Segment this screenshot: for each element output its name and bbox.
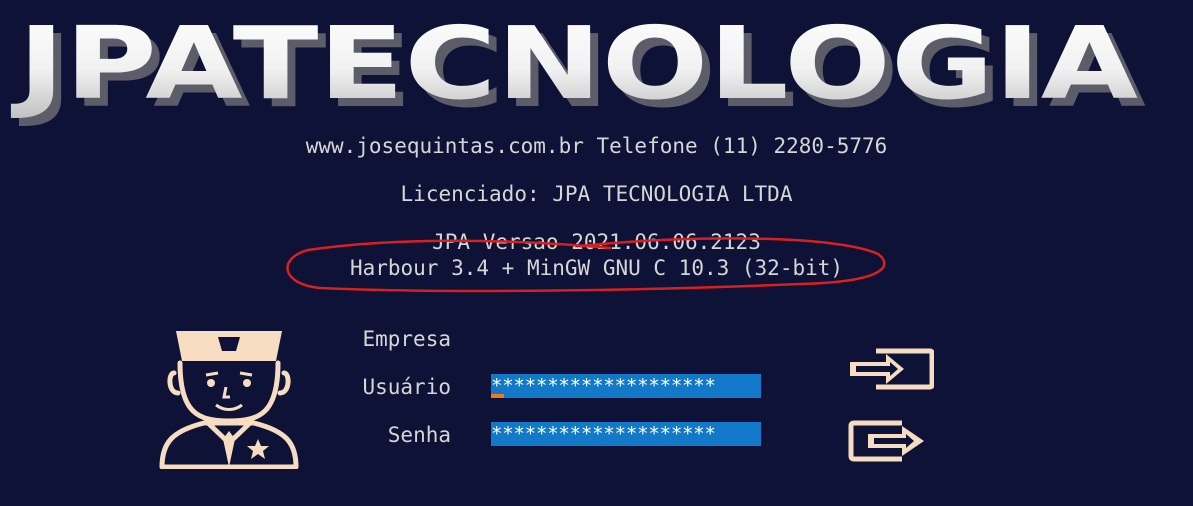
password-label: Senha [387, 423, 451, 447]
user-label: Usuário [362, 375, 451, 399]
app-logo: JPATECNOLOGIA JPATECNOLOGIA [0, 5, 1193, 130]
login-arrow-icon [850, 348, 935, 390]
police-officer-icon [158, 323, 300, 470]
login-button[interactable] [846, 348, 935, 390]
red-annotation-oval [280, 236, 890, 296]
company-label: Empresa [362, 327, 451, 351]
password-input[interactable]: ******************** [491, 422, 761, 446]
user-input[interactable]: ******************** [491, 374, 761, 398]
exit-button[interactable] [848, 420, 928, 462]
contact-line: www.josequintas.com.br Telefone (11) 228… [305, 134, 888, 158]
logo-text: JPATECNOLOGIA [10, 5, 1138, 122]
exit-arrow-icon [848, 420, 924, 462]
license-line: Licenciado: JPA TECNOLOGIA LTDA [400, 182, 793, 206]
text-cursor [491, 394, 504, 398]
